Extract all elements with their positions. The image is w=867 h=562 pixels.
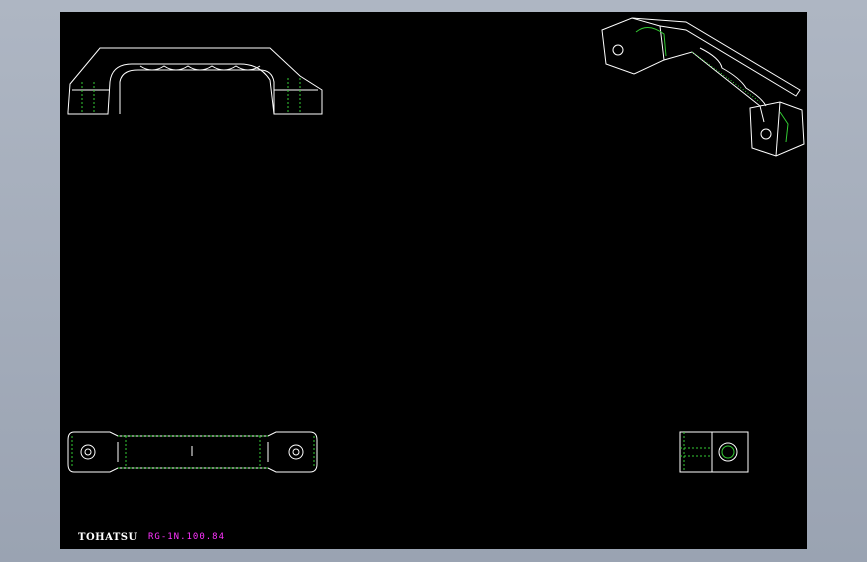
side-view [679, 431, 749, 473]
top-left-hole-inner [84, 448, 92, 456]
handle-outer-profile [67, 47, 323, 115]
side-hole-inner [721, 445, 735, 459]
iso-left-hole [612, 44, 624, 56]
front-hidden-lines [81, 78, 301, 114]
handle-inner-arch [119, 69, 275, 114]
iso-bar-bottom [663, 51, 765, 123]
front-view [67, 47, 323, 115]
top-view [67, 431, 318, 473]
isometric-view [601, 17, 805, 157]
iso-left-boss [601, 17, 665, 75]
side-hidden-lines [680, 432, 712, 472]
side-outline [679, 431, 749, 473]
iso-grips [699, 47, 767, 107]
brand-logo: TOHATSU [78, 532, 138, 543]
top-right-hole-outer [288, 444, 304, 460]
drawing-number: RG-1N.100.84 [148, 532, 226, 542]
iso-right-hole [760, 128, 772, 140]
top-left-hole-outer [80, 444, 96, 460]
top-right-hole-inner [292, 448, 300, 456]
cad-viewport[interactable]: TOHATSU RG-1N.100.84 [60, 12, 807, 549]
grip-scallops [139, 65, 261, 71]
iso-hidden-lines [635, 27, 789, 143]
top-hidden-lines [71, 435, 315, 469]
cad-drawing [67, 17, 805, 473]
